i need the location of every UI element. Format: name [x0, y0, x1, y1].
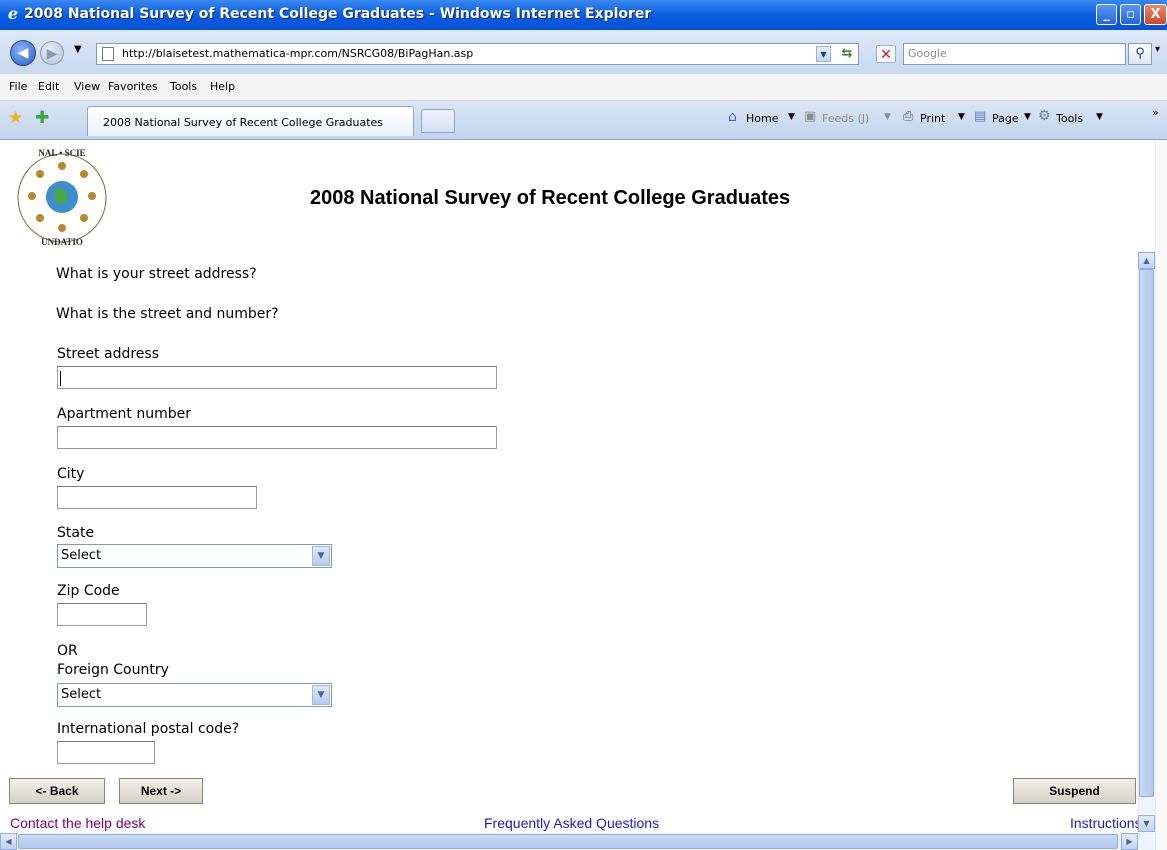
home-button[interactable]: Home — [746, 112, 778, 125]
command-more-chevron[interactable]: » — [1152, 106, 1159, 119]
window-title: 2008 National Survey of Recent College G… — [24, 6, 652, 22]
menu-view[interactable]: View — [74, 80, 100, 93]
tools-dropdown-icon[interactable]: ▼ — [1096, 112, 1103, 122]
minimize-button[interactable]: _ — [1096, 4, 1117, 25]
print-button[interactable]: Print — [920, 112, 945, 125]
new-tab-button[interactable] — [421, 109, 455, 133]
tools-gear-icon[interactable]: ⚙ — [1038, 108, 1054, 124]
svg-text:NAL • SCIE: NAL • SCIE — [38, 148, 85, 158]
foreign-country-selected-value[interactable]: Select — [61, 687, 101, 702]
address-url[interactable]: http://blaisetest.mathematica-mpr.com/NS… — [122, 47, 473, 60]
tab-active-label[interactable]: 2008 National Survey of Recent College G… — [103, 116, 383, 129]
tools-menu-button[interactable]: Tools — [1056, 112, 1083, 125]
city-label: City — [57, 466, 85, 482]
menu-help[interactable]: Help — [210, 80, 235, 93]
scroll-down-icon[interactable]: ▼ — [1138, 815, 1155, 832]
apartment-number-input[interactable] — [57, 426, 497, 449]
menu-favorites[interactable]: Favorites — [108, 80, 158, 93]
page-menu-button[interactable]: Page — [992, 112, 1019, 125]
search-placeholder: Google — [908, 47, 947, 60]
search-icon[interactable]: ⚲ — [1128, 43, 1152, 65]
home-icon[interactable]: ⌂ — [728, 109, 744, 125]
help-desk-link[interactable]: Contact the help desk — [10, 815, 145, 831]
apartment-number-label: Apartment number — [57, 406, 191, 422]
state-label: State — [57, 525, 95, 541]
feeds-button[interactable]: Feeds (J) — [822, 112, 869, 125]
scroll-right-icon[interactable]: ▶ — [1121, 833, 1138, 850]
back-button[interactable]: <- Back — [9, 778, 105, 804]
next-button[interactable]: Next -> — [119, 778, 203, 804]
close-window-button[interactable]: X — [1144, 4, 1167, 25]
nsf-logo: NAL • SCIE UNDATIO — [17, 148, 107, 247]
scroll-left-icon[interactable]: ◀ — [0, 833, 17, 850]
country-dropdown-arrow-icon[interactable]: ▼ — [312, 685, 330, 705]
state-selected-value[interactable]: Select — [61, 548, 101, 563]
suspend-button[interactable]: Suspend — [1013, 778, 1136, 804]
address-dropdown-icon[interactable]: ▼ — [816, 46, 831, 62]
stop-icon[interactable]: ✕ — [876, 45, 896, 63]
feeds-icon: ▣ — [804, 109, 817, 124]
menu-tools[interactable]: Tools — [170, 80, 197, 93]
favorites-star-icon[interactable]: ★ — [8, 108, 23, 128]
text-caret — [60, 371, 61, 386]
page-favicon-icon — [102, 47, 114, 61]
or-label: OR — [57, 643, 78, 659]
add-favorites-icon[interactable]: ✚ — [35, 108, 49, 128]
browser-vertical-scrollbar[interactable] — [1155, 140, 1167, 850]
international-postal-code-label: International postal code? — [57, 721, 240, 737]
search-options-dropdown-icon[interactable]: ▾ — [1155, 44, 1160, 55]
page-icon[interactable]: ▤ — [974, 109, 990, 124]
page-dropdown-icon[interactable]: ▼ — [1024, 112, 1031, 122]
international-postal-code-input[interactable] — [57, 741, 155, 764]
instructions-link[interactable]: Instructions — [1070, 815, 1138, 831]
foreign-country-label: Foreign Country — [57, 662, 169, 678]
print-icon[interactable]: ⎙ — [903, 109, 919, 124]
home-dropdown-icon[interactable]: ▼ — [788, 112, 795, 122]
menu-edit[interactable]: Edit — [38, 80, 59, 93]
scroll-up-icon[interactable]: ▲ — [1138, 252, 1155, 269]
refresh-icon[interactable]: ⇆ — [837, 45, 857, 63]
street-address-input[interactable] — [57, 366, 497, 389]
ie-logo-icon: e — [7, 4, 19, 23]
menu-file[interactable]: File — [9, 80, 27, 93]
street-address-label: Street address — [57, 346, 159, 362]
city-input[interactable] — [57, 486, 257, 509]
horizontal-scroll-thumb[interactable] — [18, 834, 1118, 849]
maximize-button[interactable]: ▫ — [1120, 4, 1141, 25]
recent-pages-dropdown-icon[interactable]: ▼ — [74, 44, 82, 55]
print-dropdown-icon[interactable]: ▼ — [958, 112, 965, 122]
faq-link[interactable]: Frequently Asked Questions — [484, 815, 659, 831]
zip-code-input[interactable] — [57, 603, 147, 626]
state-dropdown-arrow-icon[interactable]: ▼ — [312, 546, 330, 566]
page-title: 2008 National Survey of Recent College G… — [310, 187, 791, 209]
subquestion-text: What is the street and number? — [56, 306, 279, 322]
vertical-scroll-thumb[interactable] — [1139, 269, 1154, 797]
question-text: What is your street address? — [56, 266, 257, 282]
zip-code-label: Zip Code — [57, 583, 120, 599]
forward-arrow-icon[interactable]: ▶ — [40, 41, 64, 65]
svg-text:UNDATIO: UNDATIO — [41, 237, 83, 247]
back-arrow-icon[interactable]: ◀ — [10, 40, 36, 66]
feeds-dropdown-icon[interactable]: ▼ — [884, 112, 891, 122]
